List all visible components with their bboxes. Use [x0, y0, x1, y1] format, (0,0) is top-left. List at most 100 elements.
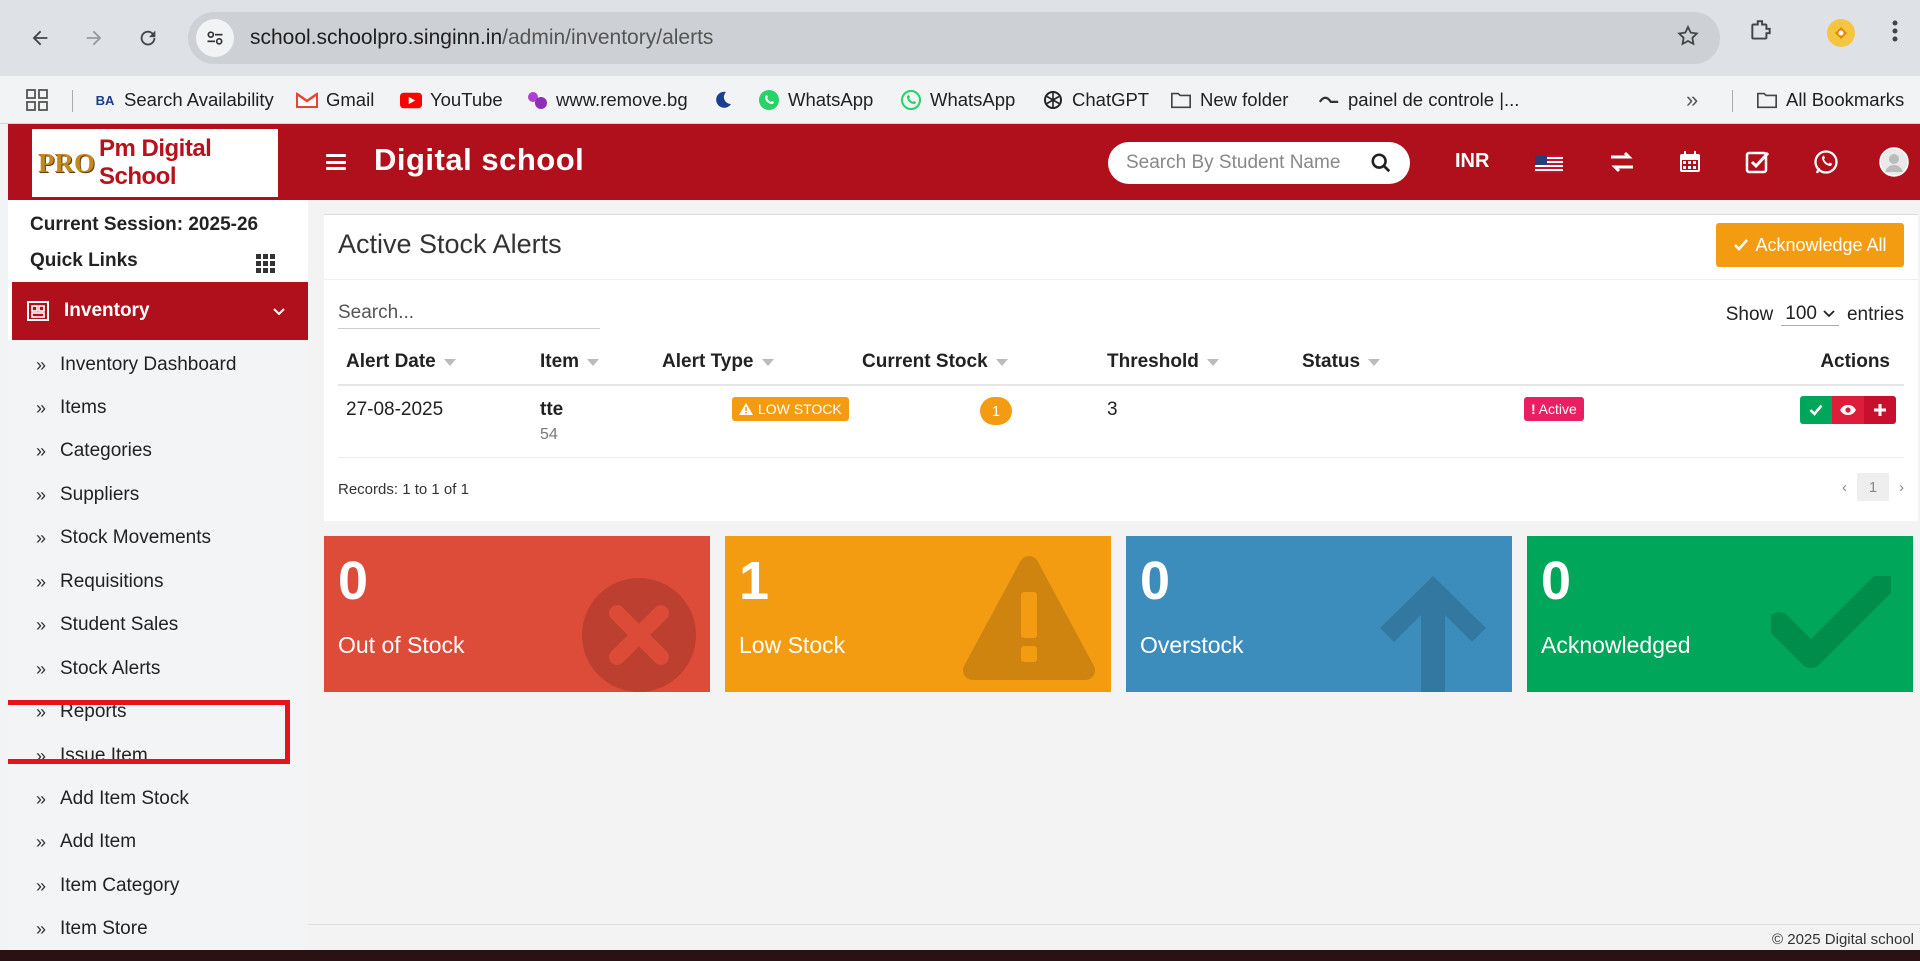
status-badge: ! Active [1524, 397, 1584, 421]
bookmark-search-availability[interactable]: BA Search Availability [94, 86, 274, 114]
warning-icon [739, 403, 753, 415]
address-bar[interactable]: school.schoolpro.singinn.in/admin/invent… [188, 12, 1720, 64]
browser-menu-icon[interactable] [1890, 18, 1900, 49]
page-number[interactable]: 1 [1857, 473, 1889, 501]
bookmarks-separator [1732, 90, 1733, 112]
back-button[interactable] [20, 18, 60, 58]
url-text[interactable]: school.schoolpro.singinn.in/admin/invent… [250, 26, 713, 50]
double-chevron-right-icon: » [36, 527, 47, 548]
sidebar-item-inventory-dashboard[interactable]: » Inventory Dashboard [36, 350, 236, 380]
sidebar-item-label: Categories [60, 440, 152, 461]
panel-icon [1318, 89, 1340, 111]
sidebar-item-student-sales[interactable]: » Student Sales [36, 610, 178, 640]
column-header-current-stock[interactable]: Current Stock [862, 351, 1008, 373]
card-divider [324, 279, 1918, 280]
low-stock-label: LOW STOCK [732, 397, 849, 421]
bookmark-moon[interactable] [712, 86, 734, 114]
quick-links-grid-icon[interactable] [256, 254, 276, 273]
us-flag-icon[interactable] [1535, 155, 1563, 173]
more-bookmarks-icon[interactable]: » [1686, 86, 1698, 114]
exclamation-icon: ! [1531, 401, 1536, 417]
double-chevron-right-icon: » [36, 614, 47, 635]
show-label: Show [1725, 303, 1774, 325]
view-button[interactable] [1832, 396, 1864, 424]
entries-label: entries [1846, 303, 1904, 325]
cell-item-sub: 54 [540, 426, 558, 443]
double-chevron-right-icon: » [36, 440, 47, 461]
column-header-status[interactable]: Status [1302, 351, 1381, 373]
bookmarks-separator [72, 90, 73, 112]
student-search-box[interactable] [1108, 142, 1410, 184]
sidebar-item-requisitions[interactable]: » Requisitions [36, 567, 164, 597]
folder-icon [1170, 89, 1192, 111]
sidebar-item-add-item[interactable]: » Add Item [36, 827, 136, 857]
column-header-threshold[interactable]: Threshold [1107, 351, 1219, 373]
bookmark-whatsapp-2[interactable]: WhatsApp [900, 86, 1015, 114]
sidebar-item-items[interactable]: » Items [36, 393, 106, 423]
sidebar-item-item-category[interactable]: » Item Category [36, 871, 179, 901]
bookmark-whatsapp-1[interactable]: WhatsApp [758, 86, 873, 114]
user-avatar-icon[interactable] [1878, 146, 1910, 178]
bookmark-star-icon[interactable] [1676, 24, 1700, 53]
sidebar-item-add-item-stock[interactable]: » Add Item Stock [36, 784, 189, 814]
bookmark-youtube[interactable]: YouTube [400, 86, 503, 114]
profile-avatar-icon[interactable] [1826, 18, 1856, 53]
stat-box-low-stock[interactable]: 1 Low Stock [725, 536, 1111, 692]
checkbox-icon[interactable] [1742, 146, 1774, 178]
entries-select[interactable]: 100 [1781, 303, 1839, 326]
site-settings-icon[interactable] [196, 19, 234, 57]
chevron-right-icon[interactable]: › [1899, 479, 1904, 496]
column-header-label: Alert Type [662, 351, 754, 372]
stat-box-out-of-stock[interactable]: 0 Out of Stock [324, 536, 710, 692]
stat-box-acknowledged[interactable]: 0 Acknowledged [1527, 536, 1913, 692]
bookmark-remove-bg[interactable]: www.remove.bg [526, 86, 688, 114]
column-header-alert-date[interactable]: Alert Date [346, 351, 456, 373]
bookmark-label: New folder [1200, 89, 1289, 110]
table-search-input[interactable] [338, 297, 600, 329]
sidebar-item-label: Item Store [60, 918, 148, 939]
sidebar-item-stock-alerts[interactable]: » Stock Alerts [36, 654, 160, 684]
sidebar-item-item-store[interactable]: » Item Store [36, 914, 148, 944]
bookmark-painel[interactable]: painel de controle |... [1318, 86, 1519, 114]
chevron-left-icon[interactable]: ‹ [1842, 479, 1847, 496]
forward-button[interactable] [74, 18, 114, 58]
double-chevron-right-icon: » [36, 918, 47, 939]
calendar-icon[interactable] [1674, 146, 1706, 178]
sidebar-section-inventory[interactable]: Inventory [12, 282, 308, 340]
acknowledge-button[interactable] [1800, 396, 1832, 424]
folder-icon [1756, 89, 1778, 111]
all-bookmarks[interactable]: All Bookmarks [1756, 86, 1904, 114]
sidebar-item-stock-movements[interactable]: » Stock Movements [36, 523, 211, 553]
chatgpt-icon [1042, 89, 1064, 111]
sort-icon [443, 358, 456, 366]
currency-selector[interactable]: INR [1455, 150, 1489, 173]
extensions-icon[interactable] [1748, 18, 1774, 49]
sidebar-item-label: Item Category [60, 875, 180, 896]
bookmark-label: Gmail [326, 89, 375, 110]
hamburger-menu-icon[interactable] [326, 154, 346, 170]
stat-box-overstock[interactable]: 0 Overstock [1126, 536, 1512, 692]
reload-button[interactable] [128, 18, 168, 58]
search-icon[interactable] [1370, 152, 1392, 179]
school-logo[interactable]: PRO Pm Digital School [32, 129, 278, 197]
sidebar-item-categories[interactable]: » Categories [36, 436, 152, 466]
acknowledge-all-button[interactable]: Acknowledge All [1716, 223, 1904, 267]
whatsapp-icon[interactable] [1810, 146, 1842, 178]
app-title: Digital school [374, 142, 585, 177]
stat-value: 1 [739, 551, 770, 611]
eye-icon [1840, 405, 1856, 415]
student-search-input[interactable] [1126, 152, 1346, 174]
column-header-item[interactable]: Item [540, 351, 600, 373]
double-chevron-right-icon: » [36, 571, 47, 592]
sidebar-item-label: Stock Movements [60, 527, 211, 548]
apps-grid-icon[interactable] [26, 86, 48, 114]
sort-icon [761, 358, 774, 366]
switch-arrows-icon[interactable] [1606, 146, 1638, 178]
sidebar-item-suppliers[interactable]: » Suppliers [36, 480, 139, 510]
bookmark-new-folder[interactable]: New folder [1170, 86, 1288, 114]
column-header-alert-type[interactable]: Alert Type [662, 351, 774, 373]
add-button[interactable] [1864, 396, 1896, 424]
sidebar-section-label: Inventory [64, 300, 150, 321]
bookmark-gmail[interactable]: Gmail [296, 86, 374, 114]
bookmark-chatgpt[interactable]: ChatGPT [1042, 86, 1149, 114]
